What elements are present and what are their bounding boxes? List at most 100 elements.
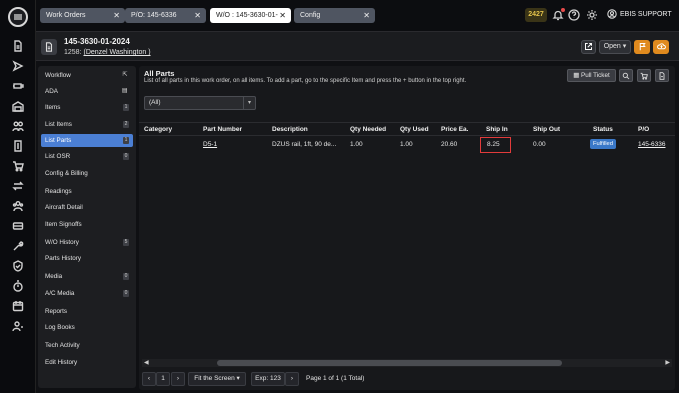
col-price[interactable]: Price Ea. bbox=[441, 123, 468, 137]
external-link-icon: ⇱ bbox=[122, 72, 128, 78]
horizontal-scrollbar[interactable]: ◀ ▶ bbox=[142, 359, 672, 367]
send-icon[interactable] bbox=[10, 59, 26, 73]
filter-select[interactable]: (All) ▾ bbox=[144, 96, 256, 110]
cart-icon[interactable] bbox=[10, 159, 26, 173]
bus-icon[interactable] bbox=[10, 219, 26, 233]
open-status-dropdown[interactable]: Open ▾ bbox=[599, 40, 631, 54]
menu-item-media[interactable]: Media 0 bbox=[41, 270, 133, 283]
menu-item-list-items[interactable]: List Items 2 bbox=[41, 118, 133, 131]
count-badge: 0 bbox=[123, 273, 129, 280]
menu-label: Items bbox=[45, 104, 61, 111]
menu-item-workflow[interactable]: Workflow ⇱ bbox=[41, 69, 133, 82]
menu-item-ada[interactable]: ADA ▤ bbox=[41, 85, 133, 98]
chevron-right-icon: › bbox=[290, 375, 294, 382]
app-logo[interactable] bbox=[8, 7, 28, 27]
cell-price: 20.60 bbox=[441, 141, 458, 148]
help-icon[interactable] bbox=[568, 9, 580, 21]
menu-item-item-signoffs[interactable]: Item Signoffs bbox=[41, 218, 133, 231]
ship-in-highlight bbox=[480, 137, 511, 153]
menu-item-list-parts[interactable]: List Parts 1 bbox=[41, 134, 133, 147]
menu-item-edit-history[interactable]: Edit History bbox=[41, 356, 133, 369]
next-page-button[interactable]: › bbox=[171, 372, 185, 386]
hangar-icon[interactable] bbox=[10, 99, 26, 113]
part-number-link[interactable]: D5-1 bbox=[203, 141, 217, 148]
menu-item-ac-media[interactable]: A/C Media 0 bbox=[41, 287, 133, 300]
menu-item-items[interactable]: Items 1 bbox=[41, 101, 133, 114]
cart-button[interactable] bbox=[637, 69, 651, 82]
tab-work-order-active[interactable]: W/O : 145-3630-01- ✕ bbox=[210, 8, 291, 23]
close-icon[interactable]: ✕ bbox=[363, 8, 370, 23]
cell-description: DZUS rail, 1ft, 90 de... bbox=[272, 141, 337, 148]
timer-icon[interactable] bbox=[10, 279, 26, 293]
menu-label: Workflow bbox=[45, 72, 71, 79]
col-category[interactable]: Category bbox=[144, 123, 172, 137]
po-link[interactable]: 145-6336 bbox=[638, 141, 665, 148]
expand-level-button[interactable]: Exp: 123 bbox=[251, 372, 285, 386]
scroll-thumb[interactable] bbox=[217, 360, 562, 366]
cloud-upload-button[interactable] bbox=[653, 40, 669, 54]
close-icon[interactable]: ✕ bbox=[113, 8, 120, 23]
page-number[interactable]: 1 bbox=[156, 372, 170, 386]
menu-item-readings[interactable]: Readings bbox=[41, 185, 133, 198]
team-icon[interactable] bbox=[10, 119, 26, 133]
col-description[interactable]: Description bbox=[272, 123, 308, 137]
col-po[interactable]: P/O bbox=[638, 123, 649, 137]
scroll-right-icon[interactable]: ▶ bbox=[665, 359, 670, 367]
prev-page-button[interactable]: ‹ bbox=[142, 372, 156, 386]
cart-icon bbox=[640, 72, 648, 80]
menu-item-reports[interactable]: Reports bbox=[41, 305, 133, 318]
work-order-prefix: 1258: bbox=[64, 49, 82, 56]
col-ship-out[interactable]: Ship Out bbox=[533, 123, 560, 137]
external-link-button[interactable] bbox=[581, 40, 596, 54]
export-button[interactable] bbox=[655, 69, 669, 82]
transfer-icon[interactable] bbox=[10, 179, 26, 193]
flag-button[interactable] bbox=[634, 40, 650, 54]
users-icon[interactable] bbox=[10, 199, 26, 213]
scroll-left-icon[interactable]: ◀ bbox=[144, 359, 149, 367]
work-order-icon bbox=[41, 39, 57, 55]
logo-icon bbox=[14, 14, 22, 20]
close-icon[interactable]: ✕ bbox=[194, 8, 201, 23]
menu-item-wo-history[interactable]: W/O History 5 bbox=[41, 236, 133, 249]
close-icon[interactable]: ✕ bbox=[279, 8, 286, 23]
menu-label: ADA bbox=[45, 88, 58, 95]
menu-item-config-billing[interactable]: Config & Billing bbox=[41, 167, 133, 180]
tab-po[interactable]: P/O: 145-6336 ✕ bbox=[125, 8, 206, 23]
menu-label: Readings bbox=[45, 188, 72, 195]
menu-label: Aircraft Detail bbox=[45, 204, 83, 211]
filter-value: (All) bbox=[149, 99, 161, 106]
menu-item-tech-activity[interactable]: Tech Activity bbox=[41, 339, 133, 352]
all-parts-panel: All Parts List of all parts in this work… bbox=[139, 66, 675, 390]
col-qty-needed[interactable]: Qty Needed bbox=[350, 123, 386, 137]
col-part-number[interactable]: Part Number bbox=[203, 123, 242, 137]
menu-item-parts-history[interactable]: Parts History bbox=[41, 252, 133, 265]
menu-item-log-books[interactable]: Log Books bbox=[41, 321, 133, 334]
chevron-left-icon: ‹ bbox=[147, 375, 151, 382]
calendar-icon[interactable] bbox=[10, 299, 26, 313]
pull-ticket-button[interactable]: ▦ Pull Ticket bbox=[567, 69, 616, 82]
expand-next-button[interactable]: › bbox=[285, 372, 299, 386]
count-badge: 5 bbox=[123, 239, 129, 246]
work-order-menu: Workflow ⇱ ADA ▤ Items 1 List Items 2 List P… bbox=[38, 66, 136, 388]
tab-config[interactable]: Config ✕ bbox=[294, 8, 375, 23]
chevron-down-icon: ▾ bbox=[236, 375, 240, 382]
cell-part-number: D5-1 bbox=[203, 137, 217, 153]
counter-badge[interactable]: 2427 bbox=[525, 8, 547, 22]
menu-item-aircraft-detail[interactable]: Aircraft Detail bbox=[41, 201, 133, 214]
wrench-icon[interactable] bbox=[10, 239, 26, 253]
fit-screen-dropdown[interactable]: Fit the Screen ▾ bbox=[188, 372, 246, 386]
user-settings-icon[interactable] bbox=[10, 319, 26, 333]
invoice-icon[interactable] bbox=[10, 139, 26, 153]
col-status[interactable]: Status bbox=[593, 123, 613, 137]
search-button[interactable] bbox=[619, 69, 633, 82]
gear-icon[interactable] bbox=[586, 9, 598, 21]
col-qty-used[interactable]: Qty Used bbox=[400, 123, 429, 137]
customer-link[interactable]: (Denzel Washington ) bbox=[83, 49, 150, 56]
engine-icon[interactable] bbox=[10, 79, 26, 93]
shield-icon[interactable] bbox=[10, 259, 26, 273]
user-menu[interactable]: EBIS SUPPORT bbox=[607, 9, 672, 19]
tab-work-orders[interactable]: Work Orders ✕ bbox=[40, 8, 125, 23]
menu-item-list-osr[interactable]: List OSR 0 bbox=[41, 150, 133, 163]
col-ship-in[interactable]: Ship In bbox=[486, 123, 508, 137]
document-icon[interactable] bbox=[10, 39, 26, 53]
